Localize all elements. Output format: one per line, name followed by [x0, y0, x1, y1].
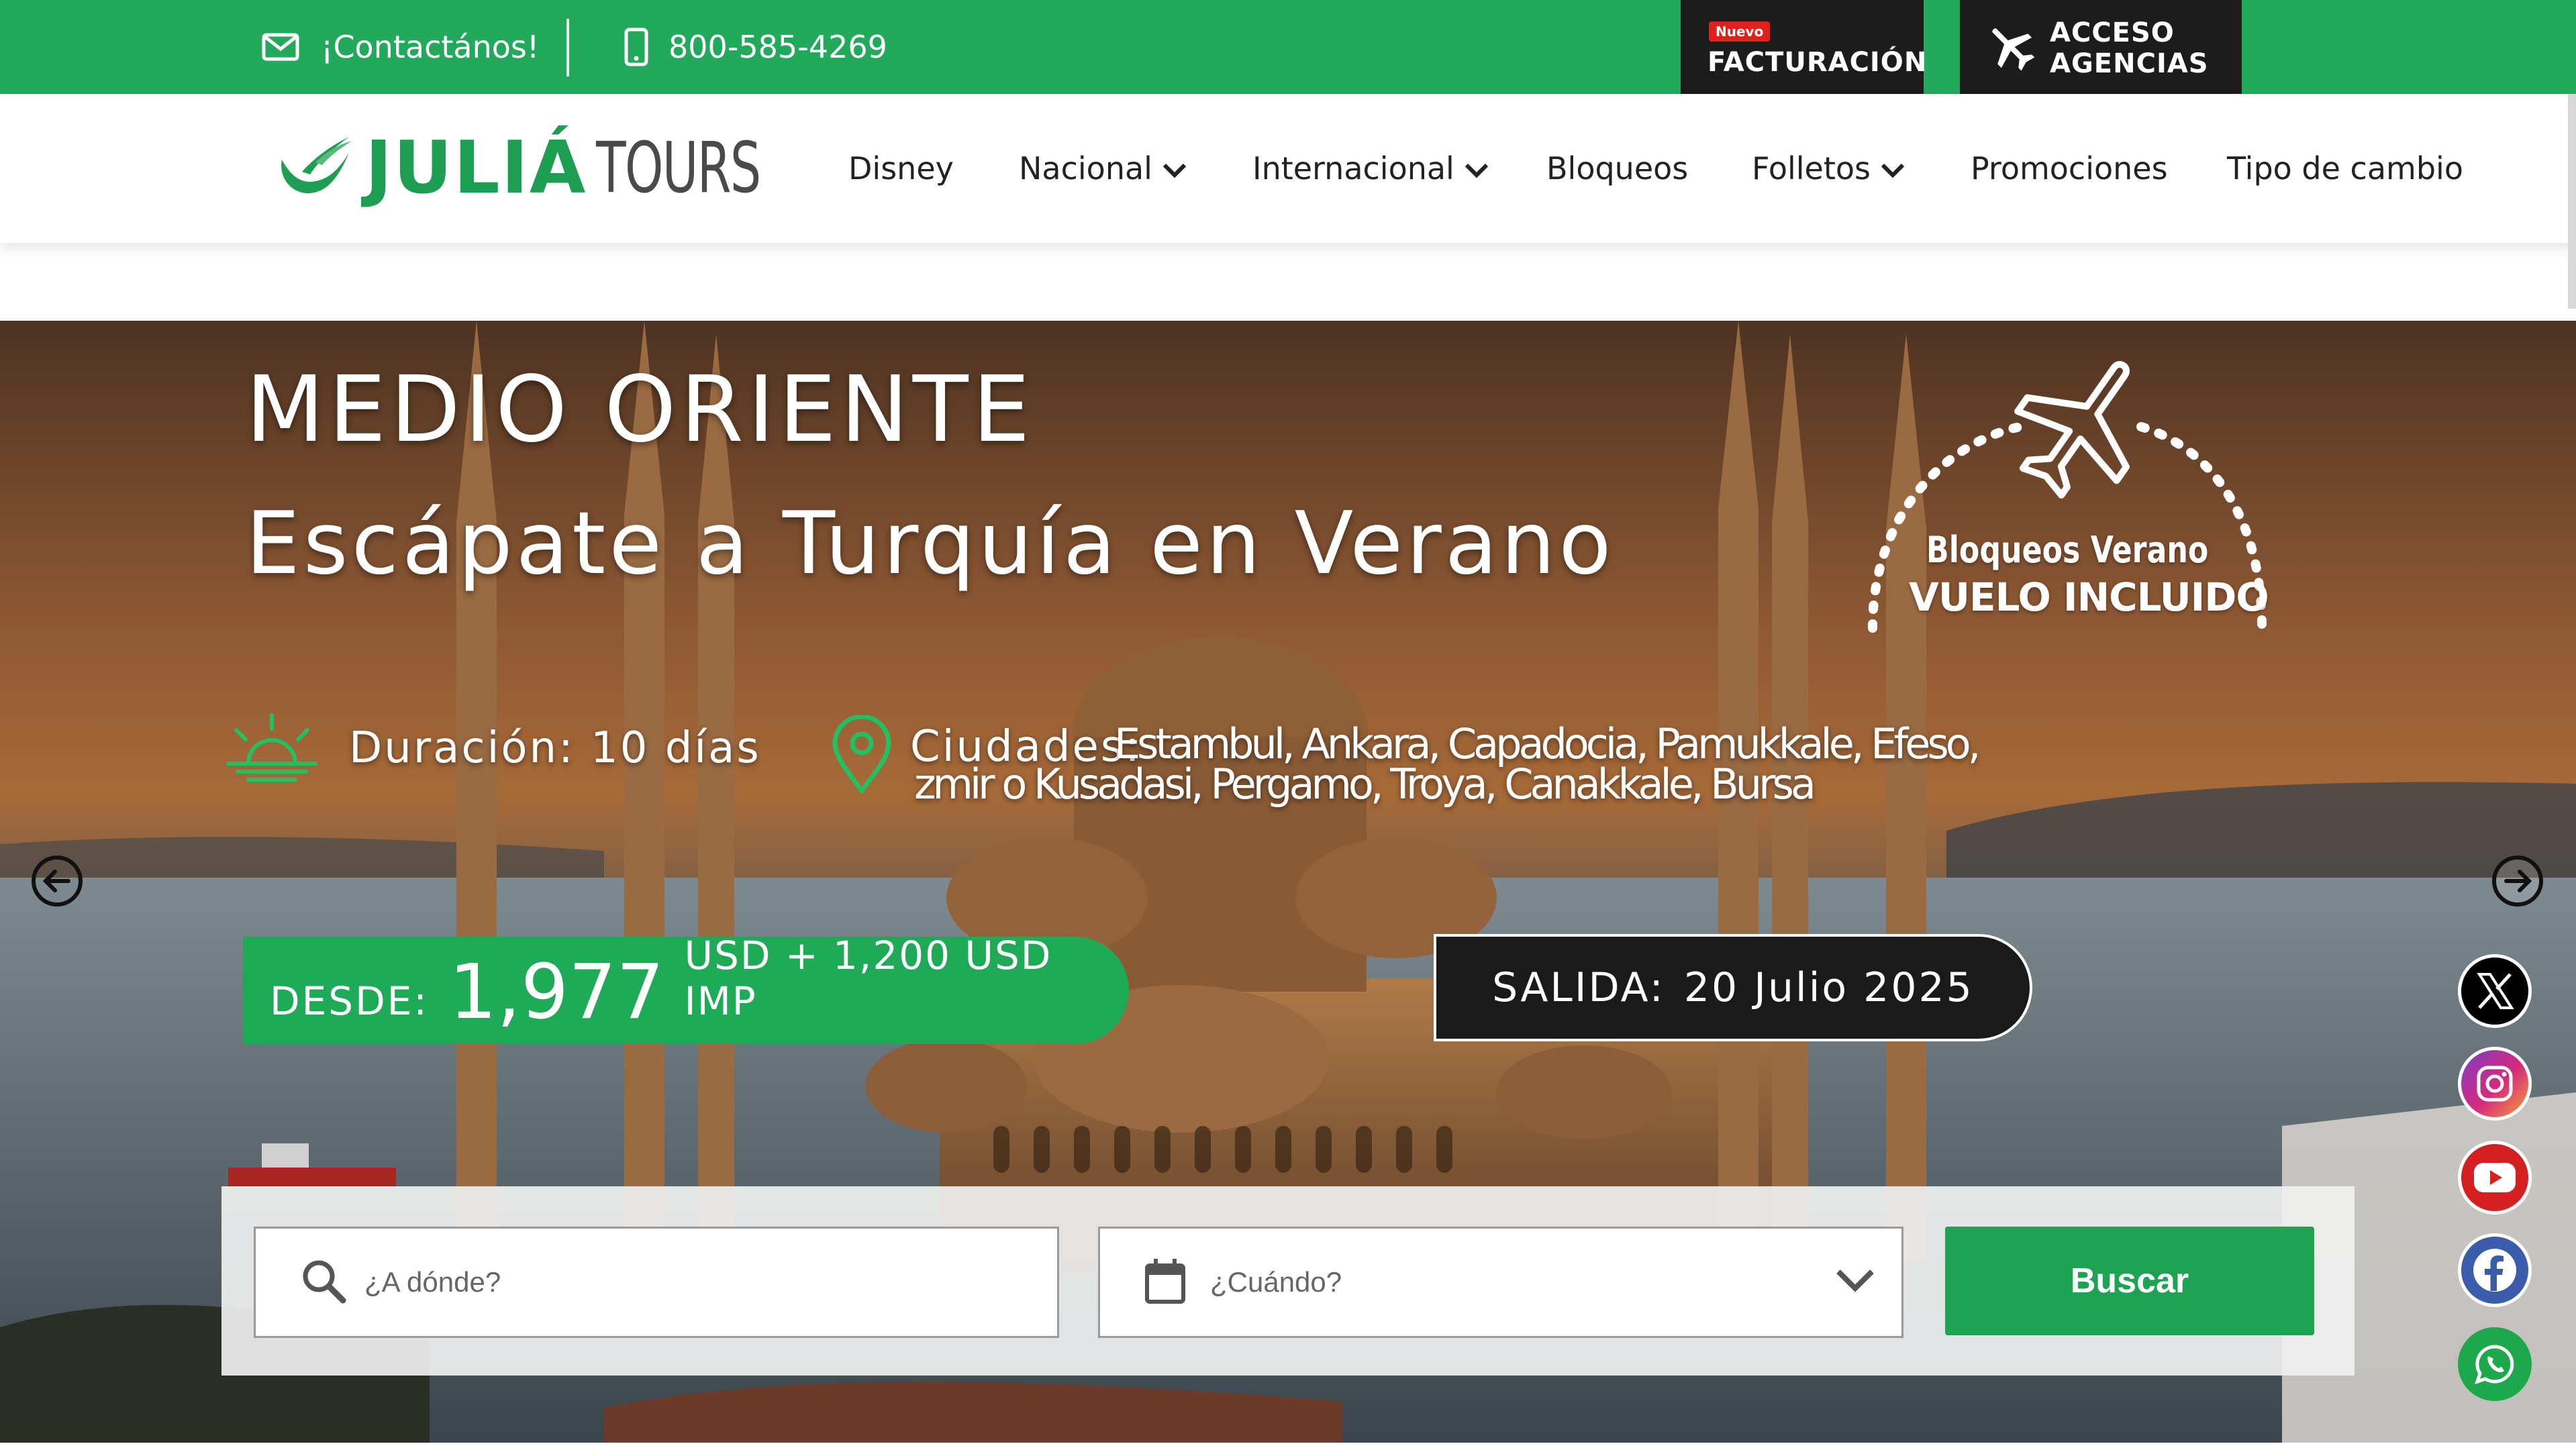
- search-button[interactable]: Buscar: [1945, 1227, 2314, 1335]
- new-badge: Nuevo: [1709, 21, 1771, 42]
- nav-label: Nacional: [1019, 150, 1152, 187]
- search-panel: Buscar: [221, 1186, 2355, 1376]
- logo-mark-icon: [275, 133, 354, 203]
- facebook-icon: [2473, 1249, 2516, 1292]
- destination-field[interactable]: [254, 1227, 1059, 1338]
- departure-label: SALIDA:: [1492, 964, 1665, 1011]
- vuelo-incluido-label: VUELO INCLUIDO: [1909, 574, 2269, 620]
- date-field[interactable]: [1098, 1227, 1903, 1338]
- logo-brand-light: TOURS: [596, 127, 761, 209]
- arrow-right-icon: [2492, 856, 2543, 907]
- departure-banner: SALIDA: 20 Julio 2025: [1434, 934, 2032, 1041]
- facebook-social-button[interactable]: [2458, 1233, 2532, 1307]
- destination-input[interactable]: [364, 1266, 969, 1298]
- hero-subtitle: Escápate a Turquía en Verano: [246, 494, 1615, 594]
- arrow-left-icon: [32, 856, 83, 907]
- slider-prev-button[interactable]: [30, 854, 85, 909]
- x-icon: [2477, 973, 2514, 1009]
- duration-text: Duración: 10 días: [349, 723, 761, 773]
- logo-brand-bold: JULIÁ: [365, 125, 587, 210]
- phone-number: 800-585-4269: [668, 29, 887, 65]
- divider: [566, 19, 569, 76]
- calendar-icon: [1144, 1257, 1186, 1307]
- slider-next-button[interactable]: [2490, 854, 2545, 909]
- airplane-icon: [1984, 20, 2038, 76]
- brand-logo[interactable]: JULIÁ TOURS: [275, 121, 807, 215]
- agency-access-button[interactable]: ACCESO AGENCIAS: [1960, 0, 2242, 94]
- nav-label: Internacional: [1252, 150, 1454, 187]
- nav-label: Promociones: [1971, 150, 2168, 187]
- instagram-social-button[interactable]: [2458, 1047, 2532, 1121]
- nav-label: Disney: [848, 150, 954, 187]
- chevron-down-icon[interactable]: [1834, 1266, 1876, 1298]
- facturacion-label: FACTURACIÓN: [1707, 47, 1928, 78]
- nav-label: Folletos: [1752, 150, 1871, 187]
- page-scrollbar[interactable]: [2568, 94, 2576, 309]
- departure-date: 20 Julio 2025: [1683, 964, 1974, 1011]
- price-from-label: DESDE:: [270, 978, 429, 1024]
- top-contact-bar: ¡Contactános! 800-585-4269 Nuevo FACTURA…: [0, 0, 2576, 94]
- chevron-down-icon: [1162, 150, 1187, 187]
- mail-icon: [262, 33, 299, 61]
- nav-bloqueos[interactable]: Bloqueos: [1546, 94, 1688, 243]
- phone-icon: [624, 28, 648, 66]
- agency-access-label: ACCESO AGENCIAS: [2050, 17, 2209, 79]
- phone-link[interactable]: 800-585-4269: [624, 0, 887, 94]
- search-icon: [300, 1257, 347, 1307]
- nav-label: Bloqueos: [1546, 150, 1689, 187]
- hero-title: MEDIO ORIENTE: [246, 357, 1034, 463]
- main-header: JULIÁ TOURS Disney Nacional Internaciona…: [0, 94, 2576, 243]
- nav-label: Tipo de cambio: [2227, 150, 2463, 187]
- bloqueos-verano-label: Bloqueos Verano: [1926, 529, 2209, 571]
- chevron-down-icon: [1880, 150, 1905, 187]
- whatsapp-icon: [2475, 1345, 2514, 1384]
- price-banner: DESDE: 1,977 USD + 1,200 USD IMP: [243, 933, 1129, 1044]
- nav-nacional[interactable]: Nacional: [1019, 94, 1187, 243]
- contact-label: ¡Contactános!: [321, 29, 540, 65]
- contact-link[interactable]: ¡Contactános!: [262, 0, 539, 94]
- price-currency-taxes: USD + 1,200 USD IMP: [684, 933, 1052, 1024]
- bloqueos-badge: Bloqueos Verano VUELO INCLUIDO: [1859, 353, 2275, 635]
- youtube-icon: [2474, 1163, 2516, 1192]
- nav-internacional[interactable]: Internacional: [1252, 94, 1489, 243]
- nav-promociones[interactable]: Promociones: [1971, 94, 2168, 243]
- page-bottom-edge: [0, 1443, 2576, 1448]
- price-value: 1,977: [448, 949, 664, 1036]
- whatsapp-social-button[interactable]: [2458, 1327, 2532, 1401]
- chevron-down-icon: [1464, 150, 1489, 187]
- duration-info: Duración: 10 días: [221, 710, 761, 786]
- nav-folletos[interactable]: Folletos: [1752, 94, 1905, 243]
- map-pin-icon: [830, 714, 894, 797]
- nav-tipo-de-cambio[interactable]: Tipo de cambio: [2227, 94, 2463, 243]
- nav-disney[interactable]: Disney: [848, 94, 954, 243]
- sunrise-icon: [221, 710, 322, 786]
- hero-slider: MEDIO ORIENTE Escápate a Turquía en Vera…: [0, 321, 2576, 1448]
- facturacion-button[interactable]: Nuevo FACTURACIÓN: [1681, 0, 1928, 94]
- x-social-button[interactable]: [2458, 954, 2532, 1028]
- instagram-icon: [2477, 1066, 2513, 1102]
- cities-list-line2: zmir o Kusadasi, Pergamo, Troya, Canakka…: [914, 760, 1816, 809]
- youtube-social-button[interactable]: [2458, 1141, 2532, 1214]
- date-input[interactable]: [1210, 1266, 1814, 1298]
